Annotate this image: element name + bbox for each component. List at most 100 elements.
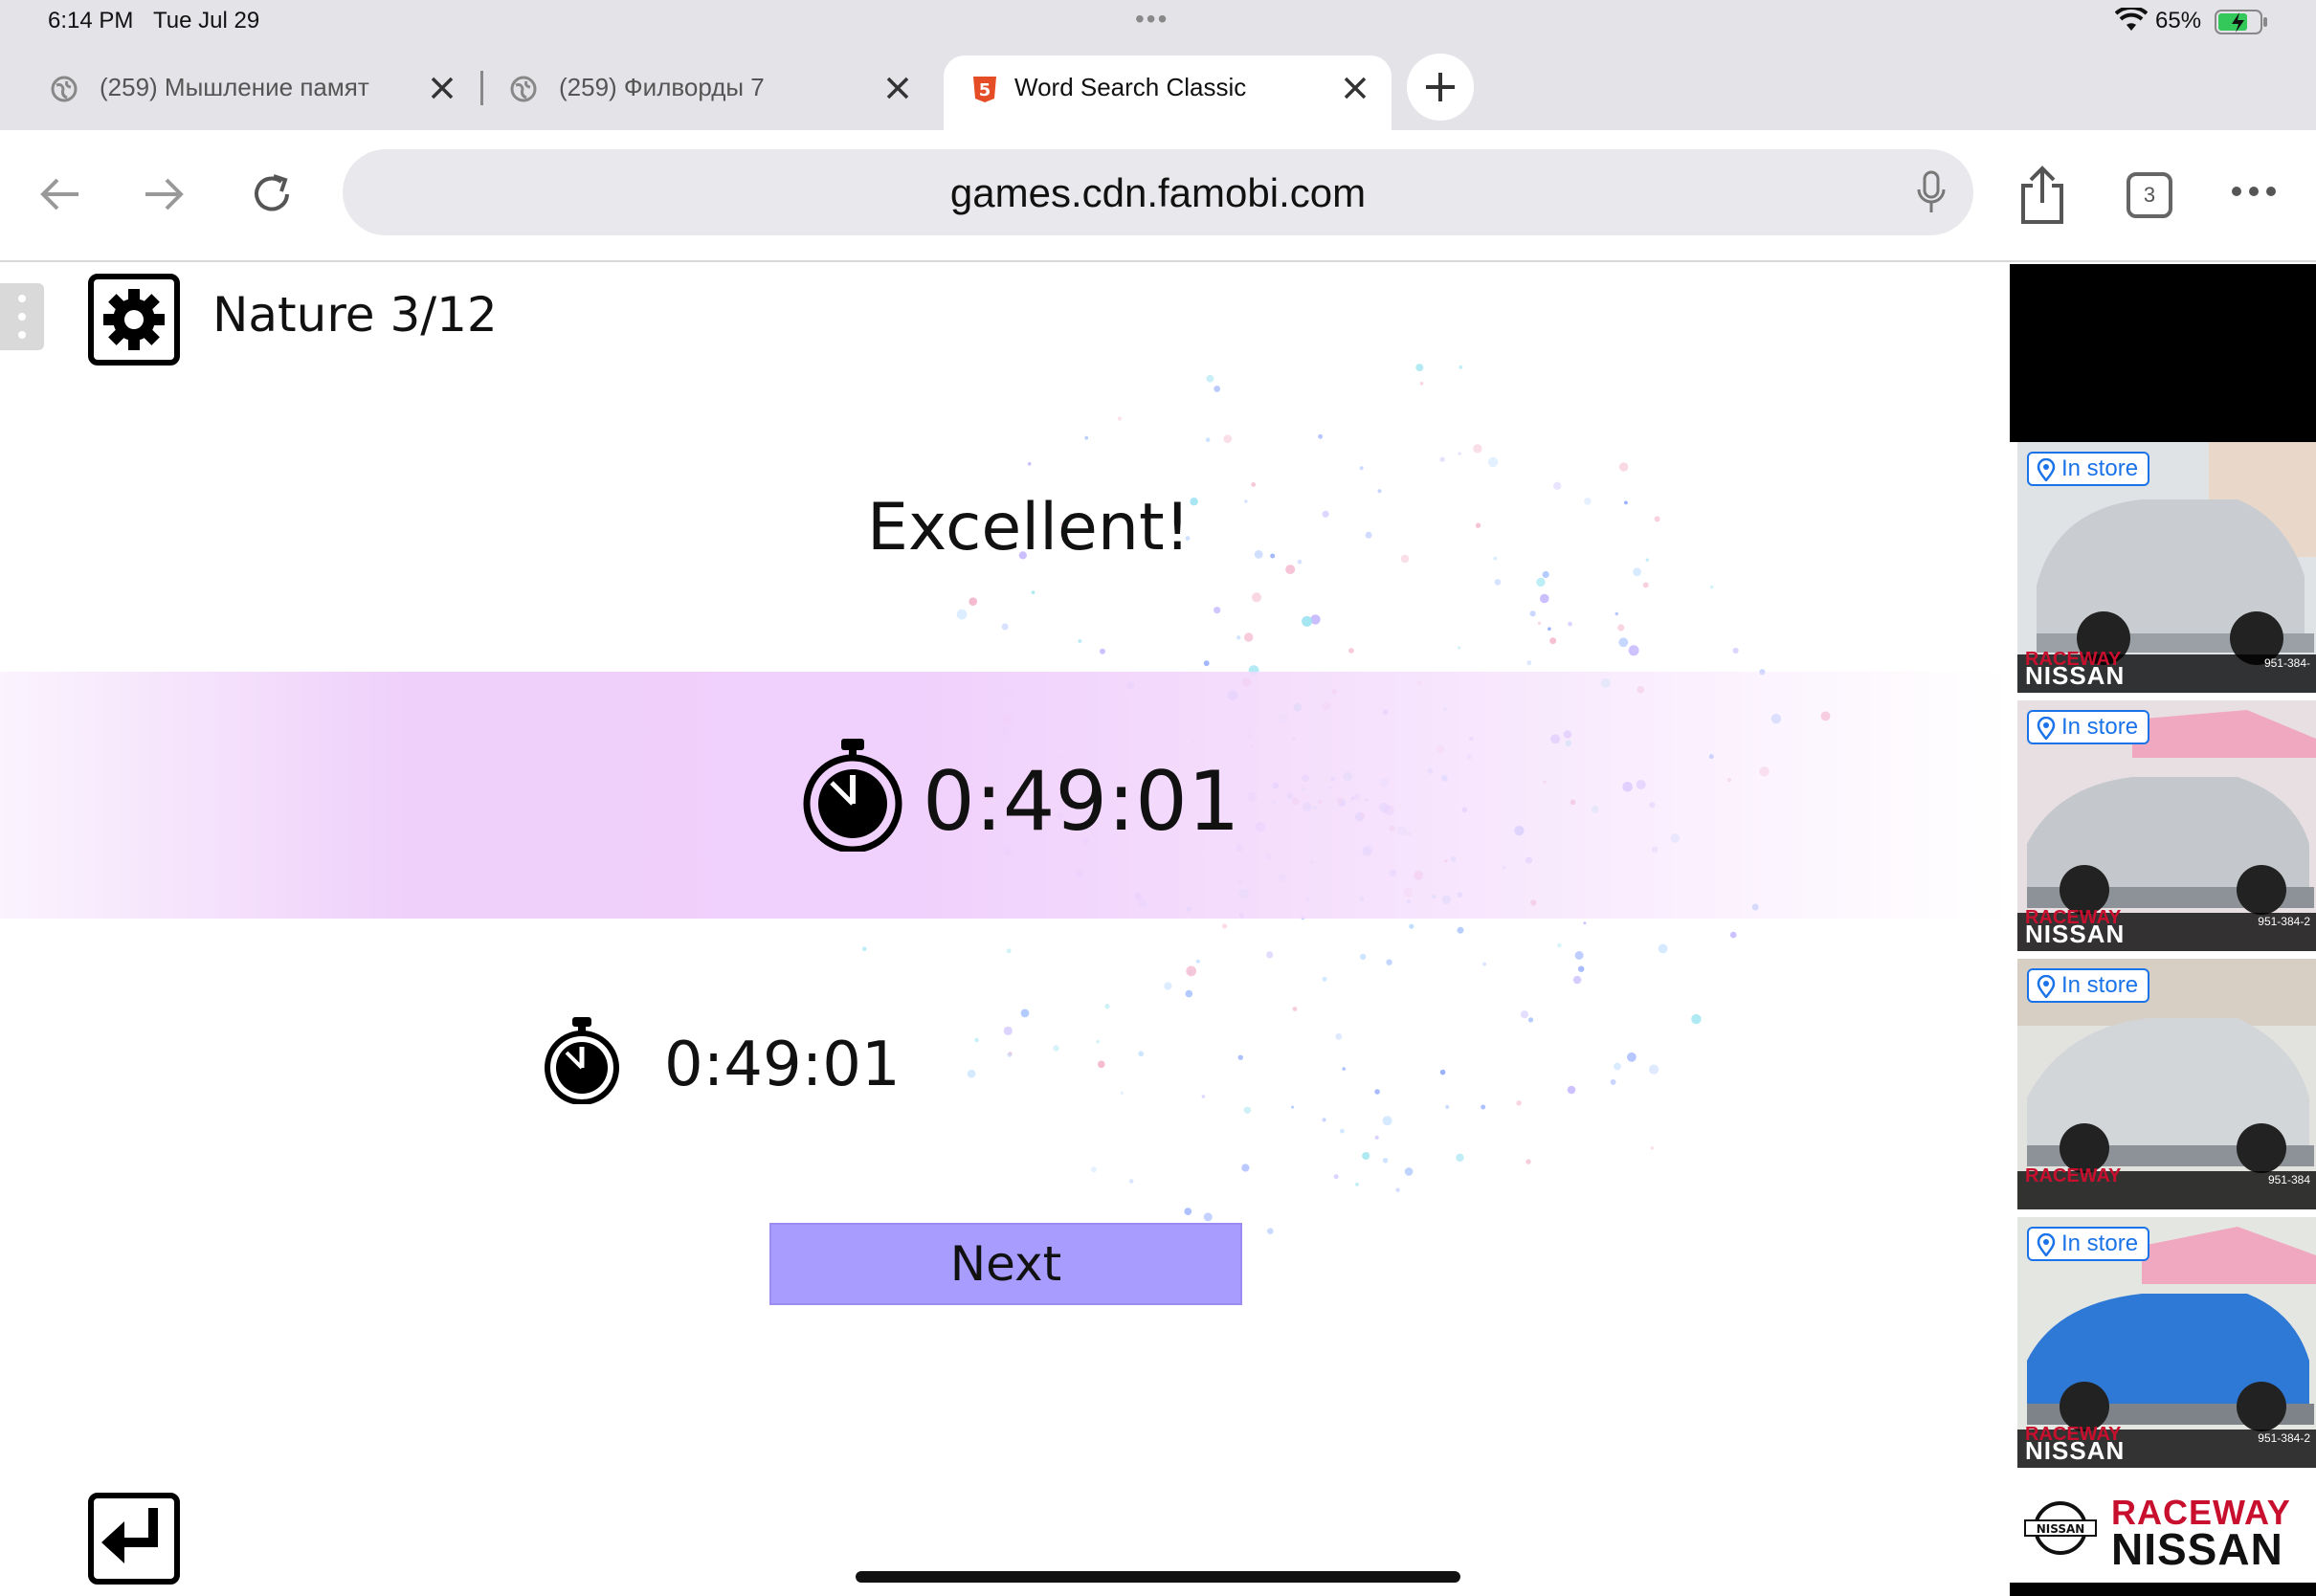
dealer-phone: 951-384-2 — [2258, 915, 2310, 928]
confetti-dot — [1201, 1095, 1206, 1098]
tab-label: (259) Филворды 7 — [559, 73, 765, 101]
new-tab-button[interactable] — [1407, 54, 1474, 121]
confetti-dot — [967, 1069, 976, 1078]
back-button[interactable] — [88, 1493, 180, 1585]
location-pin-icon — [2037, 458, 2056, 481]
confetti-dot — [1355, 1182, 1359, 1186]
confetti-dot — [1098, 1060, 1105, 1069]
ad-card[interactable]: In store RACEWAY 951-384 — [2017, 959, 2316, 1209]
wifi-icon — [2115, 8, 2148, 31]
confetti-dot — [1285, 565, 1296, 575]
confetti-dot — [1267, 1228, 1274, 1234]
settings-button[interactable] — [88, 274, 180, 366]
close-tab-icon[interactable] — [880, 71, 915, 105]
tabs-overview-button[interactable]: 3 — [2127, 172, 2172, 218]
tab-word-search-classic[interactable]: 5 Word Search Classic — [944, 55, 1392, 130]
confetti-dot — [1104, 1004, 1110, 1009]
confetti-dot — [1548, 627, 1551, 631]
confetti-dot — [1243, 1106, 1252, 1114]
confetti-dot — [1206, 374, 1214, 383]
confetti-dot — [1439, 1069, 1446, 1075]
confetti-dot — [1365, 531, 1372, 539]
confetti-dot — [1221, 923, 1228, 929]
confetti-dot — [1333, 1174, 1339, 1180]
tab-mental-memory[interactable]: (259) Мышление памят — [0, 55, 479, 130]
status-time: 6:14 PM — [48, 8, 134, 33]
confetti-dot — [1003, 1026, 1013, 1035]
confetti-dot — [1252, 592, 1261, 603]
confetti-dot — [1482, 962, 1487, 966]
confetti-dot — [1493, 556, 1498, 561]
confetti-dot — [1549, 637, 1557, 645]
confetti-dot — [1525, 1159, 1531, 1164]
address-bar[interactable]: games.cdn.famobi.com — [343, 149, 1973, 235]
current-time: 0:49:01 — [923, 754, 1240, 850]
gear-icon — [103, 289, 165, 350]
close-tab-icon[interactable] — [1338, 71, 1372, 105]
confetti-dot — [1527, 1017, 1534, 1023]
confetti-dot — [1100, 648, 1105, 654]
confetti-dot — [1203, 1212, 1213, 1222]
dealer-footer: RACEWAY NISSAN 951-384-2 — [2017, 907, 2316, 951]
confetti-dot — [1078, 639, 1082, 643]
confetti-dot — [1520, 1010, 1529, 1019]
dealer-logo[interactable]: NISSAN RACEWAY NISSAN — [2023, 1485, 2310, 1574]
forward-arrow-icon[interactable] — [136, 166, 191, 222]
microphone-icon[interactable] — [1912, 170, 1950, 214]
confetti-dot — [1386, 959, 1392, 965]
confetti-dot — [1190, 498, 1198, 506]
confetti-dot — [1237, 1054, 1244, 1060]
share-icon[interactable] — [2015, 165, 2069, 226]
confetti-dot — [1583, 921, 1587, 925]
in-store-badge: In store — [2027, 452, 2150, 486]
confetti-dot — [1006, 948, 1012, 954]
confetti-dot — [1020, 1009, 1030, 1018]
confetti-dot — [1553, 481, 1562, 490]
confetti-dot — [1610, 1079, 1616, 1085]
dealer-brand: NISSAN — [2025, 661, 2126, 690]
confetti-dot — [1529, 610, 1536, 617]
confetti-dot — [1654, 516, 1660, 522]
confetti-dot — [1419, 382, 1424, 386]
ad-sidebar: In store RACEWAY NISSAN 951-384- In stor… — [2010, 264, 2316, 1596]
confetti-dot — [1537, 621, 1542, 625]
confetti-dot — [1120, 1091, 1124, 1095]
back-arrow-icon[interactable] — [33, 166, 88, 222]
confetti-dot — [1322, 976, 1327, 982]
more-options-icon[interactable] — [2230, 184, 2278, 199]
reload-icon[interactable] — [245, 166, 301, 222]
confetti-dot — [1584, 498, 1592, 505]
close-tab-icon[interactable] — [425, 71, 459, 105]
confetti-dot — [1567, 1085, 1576, 1095]
confetti-dot — [1658, 943, 1668, 954]
confetti-dot — [1244, 632, 1254, 642]
multitask-dots-icon[interactable]: ••• — [1135, 4, 1169, 34]
dealer-brand: NISSAN — [2025, 1436, 2126, 1465]
tab-filwords[interactable]: (259) Филворды 7 — [459, 55, 938, 130]
side-menu-handle[interactable] — [0, 283, 44, 350]
ad-card[interactable]: In store RACEWAY NISSAN 951-384- — [2017, 442, 2316, 693]
confetti-dot — [1572, 975, 1582, 985]
confetti-dot — [974, 1037, 979, 1043]
battery-percent: 65% — [2155, 8, 2202, 33]
confetti-dot — [1709, 585, 1714, 589]
confetti-dot — [1128, 1179, 1134, 1184]
confetti-dot — [1374, 1135, 1379, 1140]
confetti-dot — [1270, 553, 1276, 559]
confetti-dot — [1614, 1062, 1621, 1071]
ad-card[interactable]: In store RACEWAY NISSAN 951-384-2 — [2017, 700, 2316, 951]
confetti-dot — [1458, 452, 1461, 455]
confetti-dot — [1096, 1039, 1100, 1044]
confetti-dot — [1362, 1152, 1370, 1160]
next-button[interactable]: Next — [769, 1223, 1242, 1305]
ad-panel[interactable]: In store RACEWAY NISSAN 951-384- In stor… — [2010, 442, 2316, 1583]
confetti-dot — [1475, 522, 1481, 528]
in-store-label: In store — [2061, 714, 2139, 740]
stopwatch-icon — [803, 739, 902, 852]
ad-card[interactable]: In store RACEWAY NISSAN 951-384-2 — [2017, 1217, 2316, 1468]
confetti-dot — [1214, 386, 1221, 392]
confetti-dot — [1251, 482, 1257, 487]
dealer-brand: NISSAN — [2025, 920, 2126, 948]
confetti-dot — [1186, 965, 1197, 977]
home-indicator[interactable] — [856, 1571, 1460, 1583]
